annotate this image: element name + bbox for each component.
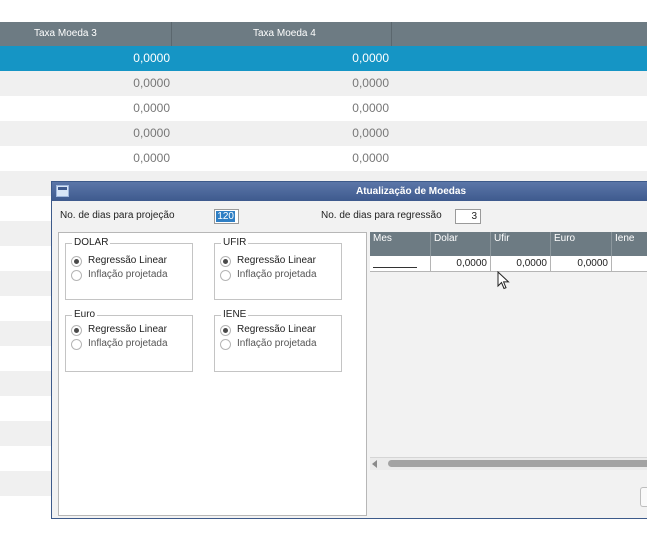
table-cell: 0,0000 — [133, 101, 170, 115]
table-row[interactable]: 0,0000 0,0000 — [0, 96, 647, 121]
radio-label: Inflação projetada — [237, 269, 317, 280]
grid-cell-ufir[interactable]: 0,0000 — [491, 256, 551, 271]
proj-days-value: 120 — [216, 211, 235, 222]
group-iene: IENE Regressão Linear Inflação projetada — [214, 309, 342, 372]
radio-dot — [220, 325, 231, 336]
radio-dot — [220, 339, 231, 350]
group-dolar: DOLAR Regressão Linear Inflação projetad… — [65, 237, 193, 300]
table-cell: 0,0000 — [352, 101, 389, 115]
empty-field-underline — [373, 267, 417, 268]
dialog-button-partial[interactable] — [640, 487, 647, 507]
table-row[interactable]: 0,0000 0,0000 — [0, 121, 647, 146]
currency-grid: Mes Dolar Ufir Euro Iene 0,0000 0,0000 0… — [370, 232, 647, 470]
regr-days-input[interactable]: 3 — [455, 209, 481, 224]
group-legend: DOLAR — [72, 237, 111, 248]
table-cell: 0,0000 — [352, 126, 389, 140]
table-cell: 0,0000 — [352, 151, 389, 165]
radio-dot — [71, 339, 82, 350]
methods-panel: DOLAR Regressão Linear Inflação projetad… — [58, 232, 367, 516]
radio-dot — [71, 270, 82, 281]
table-cell: 0,0000 — [352, 51, 389, 65]
table-row[interactable]: 0,0000 0,0000 0,0000 — [370, 256, 647, 272]
group-euro: Euro Regressão Linear Inflação projetada — [65, 309, 193, 372]
radio-dot — [220, 256, 231, 267]
table-row[interactable]: 0,0000 0,0000 — [0, 71, 647, 96]
radio-dot — [71, 256, 82, 267]
dialog-title: Atualização de Moedas — [356, 186, 467, 197]
table-cell: 0,0000 — [133, 76, 170, 90]
table-cell: 0,0000 — [133, 51, 170, 65]
atualizacao-moedas-dialog: Atualização de Moedas No. de dias para p… — [51, 181, 647, 519]
background-table-header: Taxa Moeda 3 Taxa Moeda 4 — [0, 22, 647, 46]
radio-label: Inflação projetada — [88, 338, 168, 349]
radio-label: Regressão Linear — [237, 324, 316, 335]
column-header-taxa-moeda-4[interactable]: Taxa Moeda 4 — [172, 22, 392, 46]
grid-header: Mes Dolar Ufir Euro Iene — [370, 232, 647, 256]
grid-cell-mes[interactable] — [370, 256, 431, 271]
table-cell: 0,0000 — [352, 76, 389, 90]
group-legend: Euro — [72, 309, 98, 320]
table-cell: 0,0000 — [133, 126, 170, 140]
window-icon[interactable] — [56, 185, 69, 197]
scrollbar-thumb[interactable] — [388, 460, 647, 467]
radio-label: Regressão Linear — [88, 324, 167, 335]
group-ufir: UFIR Regressão Linear Inflação projetada — [214, 237, 342, 300]
grid-cell-dolar[interactable]: 0,0000 — [431, 256, 491, 271]
grid-cell-euro[interactable]: 0,0000 — [551, 256, 612, 271]
radio-label: Inflação projetada — [88, 269, 168, 280]
radio-label: Regressão Linear — [237, 255, 316, 266]
proj-days-label: No. de dias para projeção — [60, 210, 175, 221]
grid-header-dolar[interactable]: Dolar — [431, 232, 491, 256]
proj-days-input[interactable]: 120 — [214, 209, 239, 224]
radio-dot — [71, 325, 82, 336]
table-row[interactable]: 0,0000 0,0000 — [0, 46, 647, 71]
grid-header-iene[interactable]: Iene — [612, 232, 647, 256]
dialog-title-bar[interactable]: Atualização de Moedas — [52, 182, 647, 201]
grid-header-euro[interactable]: Euro — [551, 232, 612, 256]
grid-header-ufir[interactable]: Ufir — [491, 232, 551, 256]
radio-dot — [220, 270, 231, 281]
radio-label: Regressão Linear — [88, 255, 167, 266]
grid-horizontal-scrollbar[interactable] — [370, 457, 647, 470]
table-row[interactable]: 0,0000 0,0000 — [0, 146, 647, 171]
grid-cell-iene[interactable] — [612, 256, 647, 271]
mouse-cursor-icon — [497, 271, 510, 290]
group-legend: IENE — [221, 309, 249, 320]
grid-header-mes[interactable]: Mes — [370, 232, 431, 256]
table-cell: 0,0000 — [133, 151, 170, 165]
radio-label: Inflação projetada — [237, 338, 317, 349]
group-legend: UFIR — [221, 237, 249, 248]
scroll-left-icon[interactable] — [372, 460, 377, 468]
regr-days-label: No. de dias para regressão — [321, 210, 442, 221]
column-header-taxa-moeda-3[interactable]: Taxa Moeda 3 — [0, 22, 172, 46]
